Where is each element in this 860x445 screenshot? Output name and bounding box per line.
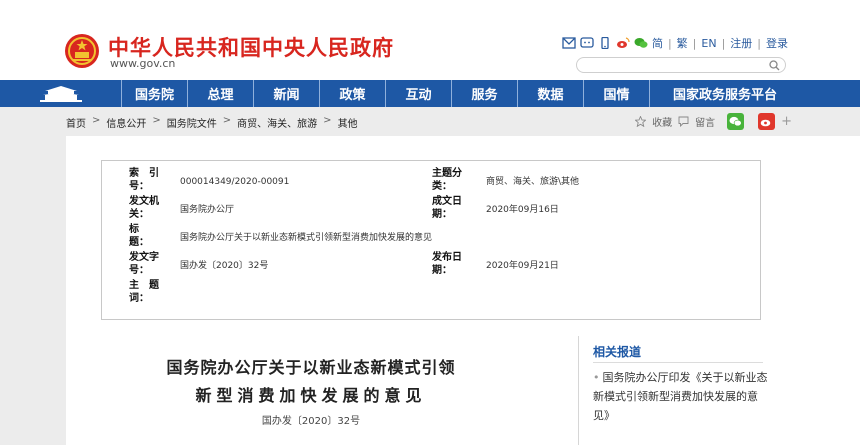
main-nav: 国务院 总理 新闻 政策 互动 服务 数据 国情 国家政务服务平台 <box>0 80 860 107</box>
nav-policy[interactable]: 政策 <box>320 80 386 107</box>
title-label: 标 题： <box>129 224 149 248</box>
weibo-icon <box>760 119 771 127</box>
issuer-value: 国务院办公厅 <box>180 205 235 215</box>
nav-state-council[interactable]: 国务院 <box>122 80 188 107</box>
english-link[interactable]: EN <box>701 37 716 50</box>
nav-gov-service-platform[interactable]: 国家政务服务平台 <box>650 80 800 107</box>
breadcrumb-other[interactable]: 其他 <box>338 115 358 130</box>
nav-premier[interactable]: 总理 <box>188 80 254 107</box>
tool-separator: | <box>721 36 726 50</box>
topic-value: 商贸、海关、旅游\其他 <box>486 177 580 187</box>
article-title-line2: 新型消费加快发展的意见 <box>195 386 427 405</box>
breadcrumb-separator: > <box>222 115 232 126</box>
comment-link[interactable]: 留言 <box>695 114 715 129</box>
nav-home-button[interactable] <box>0 80 122 107</box>
search-icon[interactable] <box>769 60 780 71</box>
related-reports-title: 相关报道 <box>593 345 642 359</box>
related-report-link[interactable]: • 国务院办公厅印发《关于以新业态新模式引领新型消费加快发展的意见》 <box>593 368 769 425</box>
share-tools: 收藏 留言 + <box>635 113 792 130</box>
login-link[interactable]: 登录 <box>766 35 788 51</box>
breadcrumb-separator: > <box>152 115 161 126</box>
tiananmen-icon <box>39 85 82 102</box>
topic-label: 主题分 类： <box>432 168 462 192</box>
article-doc-number: 国办发〔2020〕32号 <box>261 416 361 427</box>
comment-icon[interactable] <box>678 116 689 127</box>
search-input[interactable] <box>585 63 765 78</box>
breadcrumb-state-council-docs[interactable]: 国务院文件 <box>167 115 217 130</box>
share-weibo-button[interactable] <box>758 113 776 130</box>
share-wechat-button[interactable] <box>727 113 745 130</box>
site-url: www.gov.cn <box>110 57 176 70</box>
related-reports-panel: 相关报道 • 国务院办公厅印发《关于以新业态新模式引领新型消费加快发展的意见》 <box>578 336 778 445</box>
mail-icon[interactable] <box>562 37 576 49</box>
share-more-button[interactable]: + <box>781 114 792 129</box>
breadcrumb-separator: > <box>92 115 101 126</box>
index-label: 索 引号： <box>129 168 159 192</box>
star-icon[interactable] <box>635 116 647 127</box>
article-content: 索 引号： 000014349/2020-00091 主题分 类： 商贸、海关、旅… <box>66 136 860 445</box>
wechat-icon[interactable] <box>634 37 648 49</box>
breadcrumb: 首页 > 信息公开 > 国务院文件 > 商贸、海关、旅游 > 其他 <box>66 115 358 130</box>
breadcrumb-info-disclosure[interactable]: 信息公开 <box>106 115 146 130</box>
favorite-link[interactable]: 收藏 <box>652 114 672 129</box>
doc-number-label: 发文字 号： <box>129 252 159 276</box>
nav-interaction[interactable]: 互动 <box>386 80 452 107</box>
created-date-label: 成文日 期： <box>432 196 462 220</box>
header-tools: 简 | 繁 | EN | 注册 | 登录 <box>562 35 788 51</box>
feedback-icon[interactable] <box>580 37 594 49</box>
article-title-line1: 国务院办公厅关于以新业态新模式引领 <box>166 358 456 377</box>
site-header: 中华人民共和国中央人民政府 www.gov.cn 简 | 繁 | EN | 注册… <box>0 0 860 80</box>
nav-service[interactable]: 服务 <box>452 80 518 107</box>
wechat-icon <box>729 116 742 127</box>
issuer-label: 发文机 关： <box>129 196 159 220</box>
tool-separator: | <box>757 36 761 50</box>
keywords-label: 主 题词： <box>129 280 159 304</box>
nav-national-conditions[interactable]: 国情 <box>584 80 650 107</box>
search-box[interactable] <box>576 57 786 78</box>
index-value: 000014349/2020-00091 <box>180 177 290 187</box>
national-emblem-icon[interactable] <box>64 33 100 69</box>
breadcrumb-home[interactable]: 首页 <box>66 115 86 130</box>
doc-number-value: 国办发〔2020〕32号 <box>180 261 269 271</box>
title-value: 国务院办公厅关于以新业态新模式引领新型消费加快发展的意见 <box>180 233 433 243</box>
breadcrumb-trade-customs-tourism[interactable]: 商贸、海关、旅游 <box>237 115 317 130</box>
mobile-icon[interactable] <box>598 37 612 49</box>
published-date-value: 2020年09月21日 <box>486 261 559 271</box>
related-divider <box>593 362 763 363</box>
tool-separator: | <box>692 36 697 50</box>
bullet-icon: • <box>593 371 600 384</box>
traditional-chinese-link[interactable]: 繁 <box>677 35 688 51</box>
created-date-value: 2020年09月16日 <box>486 205 559 215</box>
register-link[interactable]: 注册 <box>730 35 752 51</box>
breadcrumb-separator: > <box>323 115 332 126</box>
tool-separator: | <box>667 36 672 50</box>
article-title-block: 国务院办公厅关于以新业态新模式引领 新型消费加快发展的意见 国办发〔2020〕3… <box>126 354 496 427</box>
nav-news[interactable]: 新闻 <box>254 80 320 107</box>
published-date-label: 发布日 期： <box>432 252 462 276</box>
breadcrumb-bar: 首页 > 信息公开 > 国务院文件 > 商贸、海关、旅游 > 其他 收藏 留言 … <box>0 107 860 136</box>
weibo-icon[interactable] <box>616 37 630 49</box>
document-metadata-table: 索 引号： 000014349/2020-00091 主题分 类： 商贸、海关、旅… <box>101 160 761 320</box>
nav-data[interactable]: 数据 <box>518 80 584 107</box>
simplified-chinese-link[interactable]: 简 <box>652 35 663 51</box>
